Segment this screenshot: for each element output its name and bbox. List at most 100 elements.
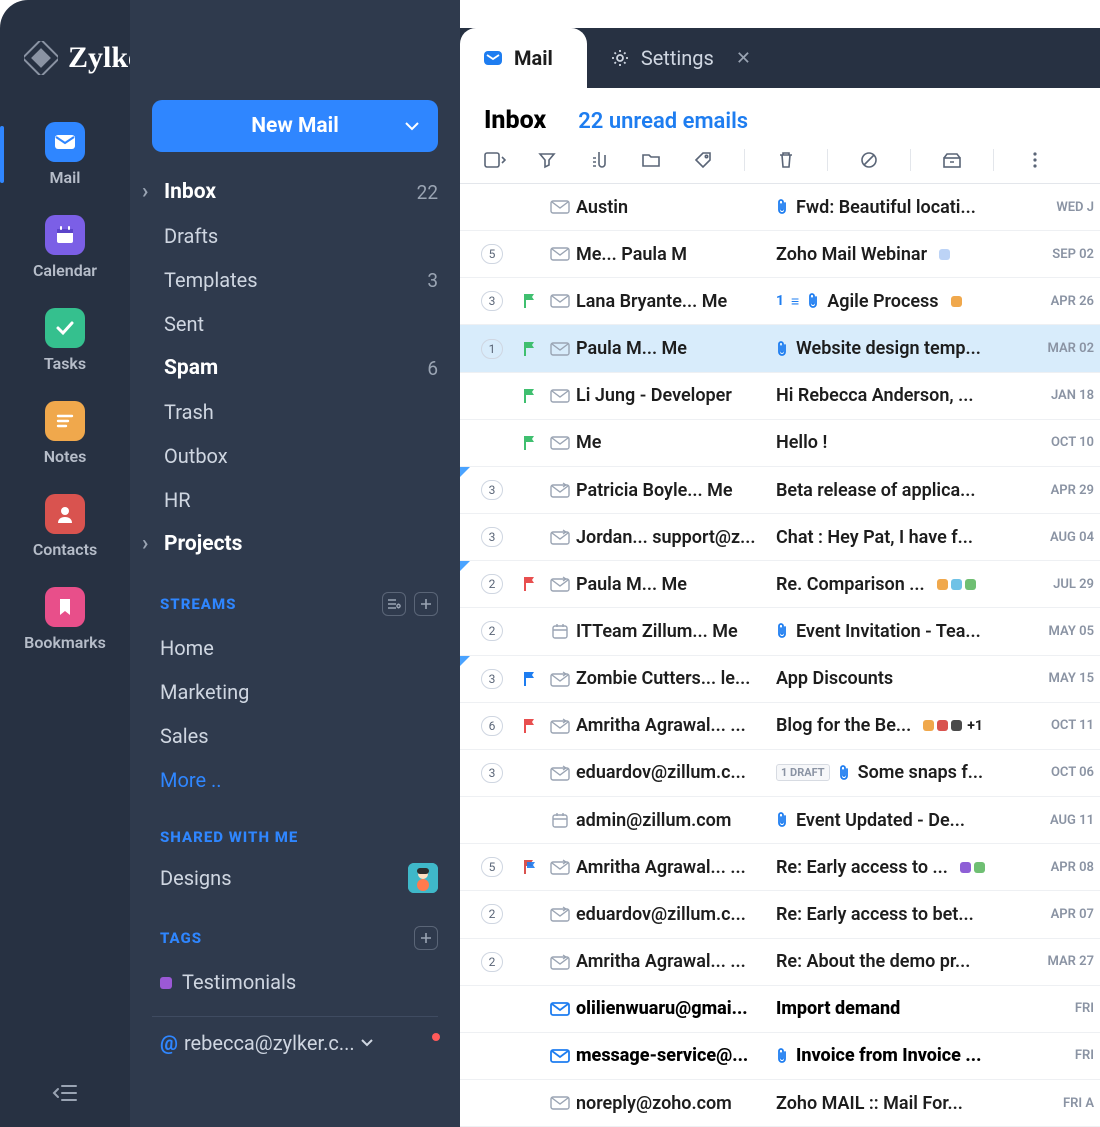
- message-from: Amritha Agrawal... ...: [576, 857, 776, 878]
- message-row[interactable]: 1Paula M... MeWebsite design temp...MAR …: [460, 325, 1100, 372]
- folder-inbox[interactable]: ›Inbox22: [160, 170, 438, 214]
- stream-name: More ..: [160, 768, 222, 792]
- message-row[interactable]: 5Me... Paula MZoho Mail WebinarSEP 02: [460, 231, 1100, 278]
- folder-projects[interactable]: ›Projects: [160, 522, 438, 566]
- message-date: MAY 15: [1036, 671, 1100, 686]
- message-row[interactable]: 3Zombie Cutters... le...App DiscountsMAY…: [460, 656, 1100, 703]
- folder-trash[interactable]: Trash: [160, 390, 438, 434]
- block-icon[interactable]: [858, 149, 880, 171]
- streams-settings-icon[interactable]: [382, 592, 406, 616]
- rail-item-mail[interactable]: Mail: [0, 108, 130, 201]
- account-email: rebecca@zylker.c...: [184, 1031, 355, 1055]
- message-row[interactable]: 2eduardov@zillum.c...Re: Early access to…: [460, 891, 1100, 938]
- envelope-icon: [544, 811, 576, 829]
- folder-name: Inbox: [164, 180, 216, 204]
- collapse-rail-button[interactable]: [52, 1083, 78, 1103]
- tag-chips: [951, 296, 962, 307]
- tab-label: Mail: [514, 46, 553, 70]
- folder-hr[interactable]: HR: [160, 478, 438, 522]
- message-subject: Import demand: [776, 998, 900, 1019]
- flag-icon[interactable]: [516, 388, 544, 404]
- thread-count: 3: [481, 669, 503, 689]
- account-switcher[interactable]: @ rebecca@zylker.c...: [130, 1017, 460, 1073]
- tab-settings[interactable]: Settings ✕: [587, 28, 785, 88]
- rail-item-calendar[interactable]: Calendar: [0, 201, 130, 294]
- stream-sales[interactable]: Sales: [160, 714, 438, 758]
- filter-icon[interactable]: [536, 149, 558, 171]
- message-row[interactable]: 2ITTeam Zillum... MeEvent Invitation - T…: [460, 608, 1100, 655]
- rail-item-bookmarks[interactable]: Bookmarks: [0, 573, 130, 666]
- flag-icon[interactable]: [516, 859, 544, 875]
- folder-count: 6: [427, 357, 438, 380]
- message-row[interactable]: AustinFwd: Beautiful locati...WED J: [460, 184, 1100, 231]
- message-row[interactable]: 3Patricia Boyle... MeBeta release of app…: [460, 467, 1100, 514]
- folder-drafts[interactable]: Drafts: [160, 214, 438, 258]
- tag-name: Testimonials: [182, 970, 296, 994]
- message-date: MAY 05: [1036, 624, 1100, 639]
- rail-item-notes[interactable]: Notes: [0, 387, 130, 480]
- message-row[interactable]: admin@zillum.comEvent Updated - De...AUG…: [460, 797, 1100, 844]
- thread-lines-icon: ≡: [791, 293, 799, 310]
- tab-label: Settings: [641, 46, 714, 70]
- attachment-filter-icon[interactable]: [588, 149, 610, 171]
- message-row[interactable]: 3Lana Bryante... Me1≡Agile ProcessAPR 26: [460, 278, 1100, 325]
- message-row[interactable]: 2Paula M... MeRe. Comparison ...JUL 29: [460, 561, 1100, 608]
- message-row[interactable]: 2Amritha Agrawal... ...Re: About the dem…: [460, 939, 1100, 986]
- envelope-icon: [544, 389, 576, 403]
- tag-icon[interactable]: [692, 149, 714, 171]
- archive-icon[interactable]: [941, 149, 963, 171]
- attachment-icon: [776, 812, 788, 828]
- mail-icon: [482, 47, 504, 69]
- message-row[interactable]: noreply@zoho.comZoho MAIL :: Mail For...…: [460, 1080, 1100, 1127]
- thread-count: 2: [481, 904, 503, 924]
- flag-icon[interactable]: [516, 576, 544, 592]
- message-row[interactable]: Li Jung - DeveloperHi Rebecca Anderson, …: [460, 373, 1100, 420]
- thread-count: 3: [481, 763, 503, 783]
- message-subject: Agile Process: [827, 291, 938, 312]
- stream-marketing[interactable]: Marketing: [160, 670, 438, 714]
- message-row[interactable]: MeHello !OCT 10: [460, 420, 1100, 467]
- stream-home[interactable]: Home: [160, 626, 438, 670]
- message-from: eduardov@zillum.c...: [576, 762, 776, 783]
- rail-item-tasks[interactable]: Tasks: [0, 294, 130, 387]
- message-row[interactable]: message-service@...Invoice from Invoice …: [460, 1033, 1100, 1080]
- flag-icon[interactable]: [516, 293, 544, 309]
- flag-icon[interactable]: [516, 671, 544, 687]
- message-row[interactable]: 5Amritha Agrawal... ...Re: Early access …: [460, 844, 1100, 891]
- message-subject: Re. Comparison ...: [776, 574, 925, 595]
- unread-edge-icon: [460, 467, 470, 477]
- add-tag-button[interactable]: [414, 926, 438, 950]
- tab-mail[interactable]: Mail: [460, 28, 587, 88]
- delete-icon[interactable]: [775, 149, 797, 171]
- message-from: Paula M... Me: [576, 574, 776, 595]
- select-all-checkbox[interactable]: [484, 149, 506, 171]
- envelope-icon: [544, 671, 576, 687]
- message-row[interactable]: 3eduardov@zillum.c...1 DRAFTSome snaps f…: [460, 750, 1100, 797]
- message-date: OCT 11: [1036, 718, 1100, 733]
- tag-testimonials[interactable]: Testimonials: [160, 960, 438, 1004]
- message-row[interactable]: 3Jordan... support@z...Chat : Hey Pat, I…: [460, 514, 1100, 561]
- bookmarks-icon: [45, 587, 85, 627]
- message-row[interactable]: 6Amritha Agrawal... ...Blog for the Be..…: [460, 703, 1100, 750]
- move-folder-icon[interactable]: [640, 149, 662, 171]
- more-menu-icon[interactable]: [1024, 149, 1046, 171]
- folder-name: Spam: [164, 356, 218, 380]
- shared-designs[interactable]: Designs: [160, 856, 438, 900]
- folder-sent[interactable]: Sent: [160, 302, 438, 346]
- message-subject: Chat : Hey Pat, I have f...: [776, 527, 973, 548]
- new-mail-button[interactable]: New Mail: [152, 100, 438, 152]
- flag-icon[interactable]: [516, 718, 544, 734]
- folder-spam[interactable]: Spam 6: [160, 346, 438, 390]
- add-stream-button[interactable]: [414, 592, 438, 616]
- unread-count-link[interactable]: 22 unread emails: [578, 109, 748, 134]
- rail-item-contacts[interactable]: Contacts: [0, 480, 130, 573]
- folder-templates[interactable]: Templates3: [160, 258, 438, 302]
- flag-icon[interactable]: [516, 435, 544, 451]
- close-icon[interactable]: ✕: [736, 48, 751, 69]
- message-date: MAR 27: [1036, 954, 1100, 969]
- message-row[interactable]: olilienwuaru@gmai...Import demandFRI: [460, 986, 1100, 1033]
- stream-more-[interactable]: More ..: [160, 758, 438, 802]
- flag-icon[interactable]: [516, 341, 544, 357]
- message-subject: Re: About the demo pr...: [776, 951, 970, 972]
- folder-outbox[interactable]: Outbox: [160, 434, 438, 478]
